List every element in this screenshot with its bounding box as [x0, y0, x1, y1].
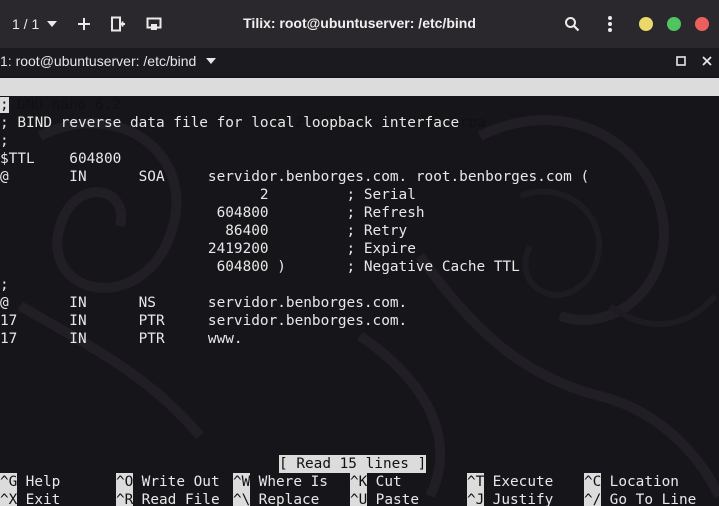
kebab-menu-icon	[608, 16, 612, 32]
minimize-button[interactable]	[639, 17, 653, 31]
shortcut-label: Write Out	[133, 474, 220, 490]
close-icon	[702, 56, 712, 66]
shortcut-label: Paste	[367, 492, 419, 506]
sidebar-button[interactable]	[143, 13, 165, 35]
split-terminal-button[interactable]	[107, 13, 129, 35]
editor-line: @ IN NS servidor.benborges.com.	[0, 295, 408, 311]
shortcut-label: Where Is	[250, 474, 328, 490]
shortcut-key: ^U	[350, 491, 368, 506]
nano-version: GNU nano 6.2	[17, 97, 121, 113]
editor-line: $TTL 604800	[0, 151, 122, 167]
shortcut-label: Cut	[367, 474, 402, 490]
chevron-down-icon	[206, 58, 217, 64]
editor-line: @ IN SOA servidor.benborges.com. root.be…	[0, 169, 590, 185]
editor-line: 604800 ) ; Negative Cache TTL	[0, 259, 520, 275]
shortcut-label: Replace	[250, 492, 320, 506]
search-icon	[565, 17, 580, 32]
editor-line: 86400 ; Retry	[0, 223, 408, 239]
plus-icon	[78, 18, 91, 30]
terminal-titlebar: 1: root@ubuntuserver: /etc/bind	[0, 48, 719, 74]
shortcut-key: ^R	[116, 491, 134, 506]
editor-line: 604800 ; Refresh	[0, 205, 425, 221]
menu-button[interactable]	[599, 13, 621, 35]
shortcut-label: Help	[17, 474, 61, 490]
shortcut-key: ^X	[0, 491, 18, 506]
maximize-button[interactable]	[667, 17, 681, 31]
add-terminal-button[interactable]	[73, 13, 95, 35]
shortcut-key: ^T	[467, 473, 485, 491]
shortcut-key: ^G	[0, 473, 18, 491]
editor-line: 2419200 ; Expire	[0, 241, 416, 257]
session-count: 1 / 1	[12, 16, 40, 32]
shortcut-label: Execute	[484, 474, 554, 490]
shortcut-key: ^K	[350, 473, 368, 491]
shortcut-label: Go To Line	[601, 492, 697, 506]
close-terminal-button[interactable]	[698, 52, 716, 70]
shortcut-key: ^C	[584, 473, 602, 491]
window-titlebar: 1 / 1 Tilix: root@ubuntuserver: /etc/bin…	[0, 0, 719, 48]
editor-line: 17 IN PTR servidor.benborges.com.	[0, 313, 408, 329]
window-icon	[146, 17, 162, 30]
editor-line: 17 IN PTR www.	[0, 331, 243, 347]
shortcut-key: ^J	[467, 491, 485, 506]
editor-line: ;	[0, 277, 9, 293]
titlebar-left-controls: 1 / 1	[0, 0, 165, 48]
shortcut-label: Exit	[17, 492, 61, 506]
background-wallpaper	[17, 115, 719, 499]
search-button[interactable]	[561, 13, 583, 35]
session-switcher[interactable]: 1 / 1	[0, 16, 58, 32]
titlebar-right-controls	[561, 0, 719, 48]
shortcut-label: Justify	[484, 492, 554, 506]
maximize-icon	[676, 56, 686, 66]
status-message: [ Read 15 lines ]	[279, 455, 427, 473]
terminal-title: 1: root@ubuntuserver: /etc/bind	[0, 53, 197, 69]
shortcut-label: Read File	[133, 492, 220, 506]
split-icon	[111, 16, 126, 32]
shortcut-label: Location	[601, 474, 679, 490]
chevron-down-icon	[47, 21, 58, 27]
shortcut-key: ^W	[233, 473, 251, 491]
editor-line: ;	[0, 133, 9, 149]
shortcut-key: ^O	[116, 473, 134, 491]
terminal-body[interactable]: GNU nano 6.2 db.2.168.192.in-addr.arpa ;…	[0, 76, 719, 506]
editor-line: ;	[0, 96, 9, 114]
nano-header: GNU nano 6.2 db.2.168.192.in-addr.arpa	[0, 78, 719, 131]
shortcut-key: ^\	[233, 491, 251, 506]
terminal-title-menu[interactable]: 1: root@ubuntuserver: /etc/bind	[0, 53, 217, 69]
editor-line: ; BIND reverse data file for local loopb…	[0, 115, 460, 131]
text-cursor: ;	[0, 97, 9, 113]
maximize-terminal-button[interactable]	[672, 52, 690, 70]
editor-line: 2 ; Serial	[0, 187, 416, 203]
shortcut-key: ^/	[584, 491, 602, 506]
close-button[interactable]	[695, 17, 709, 31]
